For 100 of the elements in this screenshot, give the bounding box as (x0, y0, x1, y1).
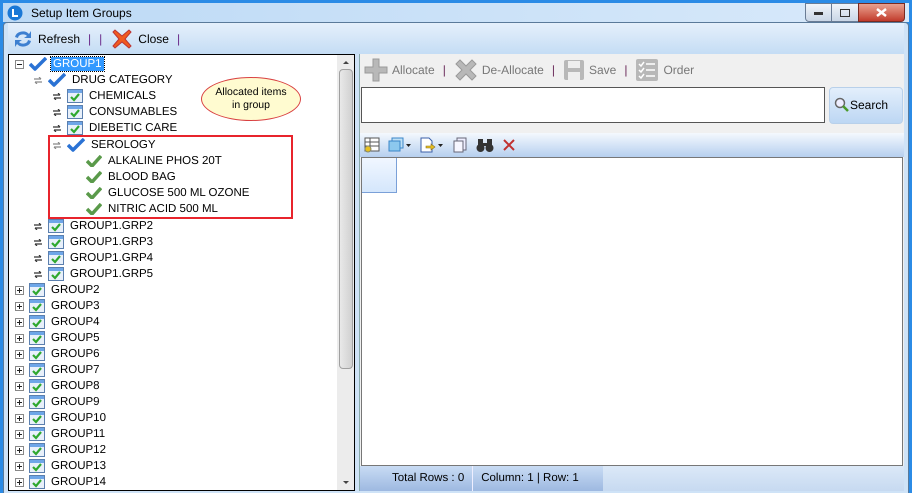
callout-bubble: Allocated items in group (201, 77, 301, 121)
expand-icon[interactable] (14, 446, 24, 454)
expand-icon[interactable] (14, 366, 24, 374)
tree-item[interactable]: GROUP1.GRP5 (68, 267, 156, 281)
binoculars-icon[interactable] (476, 137, 494, 153)
expand-icon[interactable] (34, 254, 42, 262)
expand-icon[interactable] (14, 430, 24, 438)
tree-item[interactable]: GROUP1.GRP2 (68, 219, 156, 233)
checked-checkbox-icon[interactable] (29, 363, 45, 377)
toolbar-button[interactable]: Close (110, 26, 169, 50)
tree-item[interactable]: NITRIC ACID 500 ML (106, 202, 220, 216)
expand-icon[interactable] (34, 222, 42, 230)
tree-item[interactable]: GROUP1.GRP4 (68, 251, 156, 265)
check-mark-icon (86, 187, 102, 199)
expand-icon[interactable] (14, 414, 24, 422)
tree-item[interactable]: GROUP13 (49, 459, 108, 473)
tree-item[interactable]: GROUP4 (49, 315, 102, 329)
checked-checkbox-icon[interactable] (67, 105, 83, 119)
checked-checkbox-icon[interactable] (29, 315, 45, 329)
toolbar-separator: | (552, 62, 555, 78)
documents-icon[interactable] (452, 137, 468, 153)
checked-checkbox-icon[interactable] (29, 443, 45, 457)
close-icon (876, 8, 887, 17)
collapse-icon[interactable] (14, 60, 24, 68)
tree-item[interactable]: SEROLOGY (89, 138, 158, 152)
checked-checkbox-icon[interactable] (48, 235, 64, 249)
checked-checkbox-icon[interactable] (67, 121, 83, 135)
tree-item[interactable]: GROUP9 (49, 395, 102, 409)
checked-checkbox-icon[interactable] (29, 459, 45, 473)
expand-icon[interactable] (34, 238, 42, 246)
search-button[interactable]: Search (829, 86, 903, 124)
expand-icon[interactable] (53, 92, 61, 100)
tree-item[interactable]: ALKALINE PHOS 20T (106, 154, 224, 168)
expand-icon[interactable] (34, 270, 42, 278)
checklist-icon (635, 58, 660, 82)
tree-item[interactable]: GROUP1.GRP3 (68, 235, 156, 249)
minimize-icon (814, 10, 823, 14)
expand-icon[interactable] (14, 350, 24, 358)
checked-checkbox-icon[interactable] (48, 251, 64, 265)
tree-item[interactable]: GROUP8 (49, 379, 102, 393)
tree-item[interactable]: GROUP5 (49, 331, 102, 345)
close-icon (110, 26, 134, 50)
window-title: Setup Item Groups (31, 4, 132, 22)
checked-checkbox-icon[interactable] (29, 347, 45, 361)
scrollbar-thumb[interactable] (338, 69, 352, 369)
checked-checkbox-icon[interactable] (48, 219, 64, 233)
checked-checkbox-icon[interactable] (29, 427, 45, 441)
app-logo-icon (7, 4, 23, 20)
expand-icon[interactable] (14, 398, 24, 406)
expand-icon[interactable] (14, 462, 24, 470)
checked-checkbox-icon[interactable] (29, 475, 45, 489)
expand-icon[interactable] (53, 124, 61, 132)
checked-checkbox-icon[interactable] (29, 283, 45, 297)
toolbar-separator: | (624, 62, 628, 78)
maximize-button[interactable] (832, 3, 858, 22)
total-rows-label: Total Rows : 0 (392, 470, 464, 486)
tree-item[interactable]: CONSUMABLES (87, 105, 180, 119)
check-mark-icon (86, 203, 102, 215)
tree-item[interactable]: GROUP2 (49, 283, 102, 297)
checked-checkbox-icon[interactable] (29, 299, 45, 313)
checked-checkbox-icon[interactable] (67, 89, 83, 103)
tree-item[interactable]: GROUP10 (49, 411, 108, 425)
check-mark-icon (67, 138, 85, 152)
tree-item[interactable]: GROUP6 (49, 347, 102, 361)
expand-icon[interactable] (14, 302, 24, 310)
scrollbar[interactable] (337, 55, 354, 490)
tree-item[interactable]: GROUP11 (49, 427, 108, 441)
tree-item[interactable]: CHEMICALS (87, 89, 158, 103)
checked-checkbox-icon[interactable] (29, 379, 45, 393)
windows-icon[interactable] (388, 137, 412, 153)
tree-item[interactable]: GROUP14 (49, 475, 108, 489)
close-button[interactable] (858, 3, 905, 22)
checked-checkbox-icon[interactable] (29, 411, 45, 425)
position-label: Column: 1 | Row: 1 (481, 470, 579, 486)
table-icon[interactable] (364, 137, 380, 153)
tree-item[interactable]: BLOOD BAG (106, 170, 178, 184)
expand-icon[interactable] (14, 382, 24, 390)
checked-checkbox-icon[interactable] (48, 267, 64, 281)
tree-item[interactable]: GROUP12 (49, 443, 108, 457)
toolbar-separator: | (88, 30, 92, 48)
tree-item[interactable]: GROUP3 (49, 299, 102, 313)
grid-cell[interactable] (362, 158, 397, 193)
toolbar-separator: | (99, 30, 102, 48)
expand-icon[interactable] (14, 478, 24, 486)
checked-checkbox-icon[interactable] (29, 395, 45, 409)
expand-icon[interactable] (14, 334, 24, 342)
search-field[interactable] (361, 87, 825, 123)
delete-icon[interactable] (502, 138, 516, 152)
checked-checkbox-icon[interactable] (29, 331, 45, 345)
tree-item[interactable]: DRUG CATEGORY (70, 73, 175, 87)
tree-item[interactable]: GROUP7 (49, 363, 102, 377)
expand-icon[interactable] (53, 108, 61, 116)
expand-icon[interactable] (14, 318, 24, 326)
minimize-button[interactable] (805, 3, 832, 22)
check-mark-icon (29, 57, 47, 71)
toolbar-button[interactable]: Refresh (12, 28, 80, 50)
tree-item[interactable]: DIEBETIC CARE (87, 121, 180, 135)
expand-icon[interactable] (14, 286, 24, 294)
tree-item[interactable]: GLUCOSE 500 ML OZONE (106, 186, 252, 200)
export-document-icon[interactable] (420, 137, 444, 153)
